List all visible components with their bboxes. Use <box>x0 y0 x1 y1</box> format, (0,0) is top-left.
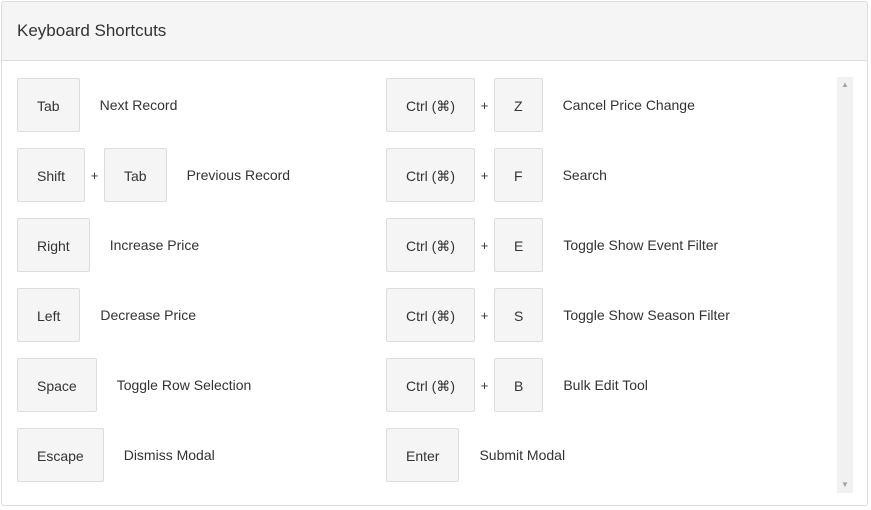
shortcut-description: Bulk Edit Tool <box>563 377 648 393</box>
shortcut-description: Increase Price <box>109 237 200 253</box>
shortcut-row: Ctrl (⌘) + B Bulk Edit Tool <box>386 357 648 413</box>
shortcut-row: Tab Next Record <box>17 77 177 133</box>
key-separator: + <box>90 167 99 183</box>
shortcut-row: Ctrl (⌘) + S Toggle Show Season Filter <box>386 287 730 343</box>
key-separator: + <box>480 167 489 183</box>
key-cap: Escape <box>17 428 104 482</box>
shortcut-description: Search <box>562 167 607 183</box>
shortcut-description: Toggle Row Selection <box>116 377 252 393</box>
key-separator: + <box>480 307 489 323</box>
shortcut-description: Dismiss Modal <box>123 447 215 463</box>
shortcut-row: Shift + Tab Previous Record <box>17 147 290 203</box>
shortcut-row: Ctrl (⌘) + E Toggle Show Event Filter <box>386 217 718 273</box>
shortcut-row: Ctrl (⌘) + Z Cancel Price Change <box>386 77 695 133</box>
key-separator: + <box>480 237 489 253</box>
triangle-down-icon[interactable]: ▼ <box>837 477 853 493</box>
shortcut-description: Previous Record <box>186 167 291 183</box>
key-cap: E <box>494 218 544 272</box>
shortcut-row: Left Decrease Price <box>17 287 196 343</box>
keyboard-shortcuts-panel: Keyboard Shortcuts Tab Next Record Shift + T… <box>1 1 868 506</box>
shortcut-row: Enter Submit Modal <box>386 427 565 483</box>
triangle-up-icon[interactable]: ▲ <box>837 77 853 93</box>
shortcut-description: Toggle Show Season Filter <box>563 307 730 323</box>
key-cap: Space <box>17 358 97 412</box>
key-separator: + <box>480 377 489 393</box>
panel-title: Keyboard Shortcuts <box>17 21 167 40</box>
key-cap: Ctrl (⌘) <box>386 288 475 342</box>
key-cap: Left <box>17 288 81 342</box>
key-cap: F <box>494 148 543 202</box>
key-cap: S <box>494 288 544 342</box>
shortcut-row: Ctrl (⌘) + F Search <box>386 147 607 203</box>
shortcut-row: Escape Dismiss Modal <box>17 427 215 483</box>
shortcut-description: Submit Modal <box>479 447 566 463</box>
shortcut-row: Right Increase Price <box>17 217 199 273</box>
key-cap: Z <box>494 78 543 132</box>
key-cap: Right <box>17 218 90 272</box>
key-cap: Tab <box>17 78 80 132</box>
key-cap: Tab <box>104 148 167 202</box>
key-separator: + <box>480 97 489 113</box>
shortcut-list: Tab Next Record Shift + Tab Previous Record Ri… <box>17 76 854 492</box>
key-cap: Shift <box>17 148 86 202</box>
key-cap: B <box>494 358 544 412</box>
shortcut-description: Cancel Price Change <box>562 97 695 113</box>
panel-header: Keyboard Shortcuts <box>2 2 867 61</box>
shortcut-row: Space Toggle Row Selection <box>17 357 251 413</box>
scrollbar[interactable]: ▲ ▼ <box>837 77 853 493</box>
key-cap: Ctrl (⌘) <box>386 358 475 412</box>
key-cap: Enter <box>386 428 460 482</box>
key-cap: Ctrl (⌘) <box>386 78 475 132</box>
shortcut-description: Next Record <box>99 97 178 113</box>
key-cap: Ctrl (⌘) <box>386 148 475 202</box>
shortcut-description: Decrease Price <box>100 307 197 323</box>
key-cap: Ctrl (⌘) <box>386 218 475 272</box>
shortcut-description: Toggle Show Event Filter <box>563 237 719 253</box>
